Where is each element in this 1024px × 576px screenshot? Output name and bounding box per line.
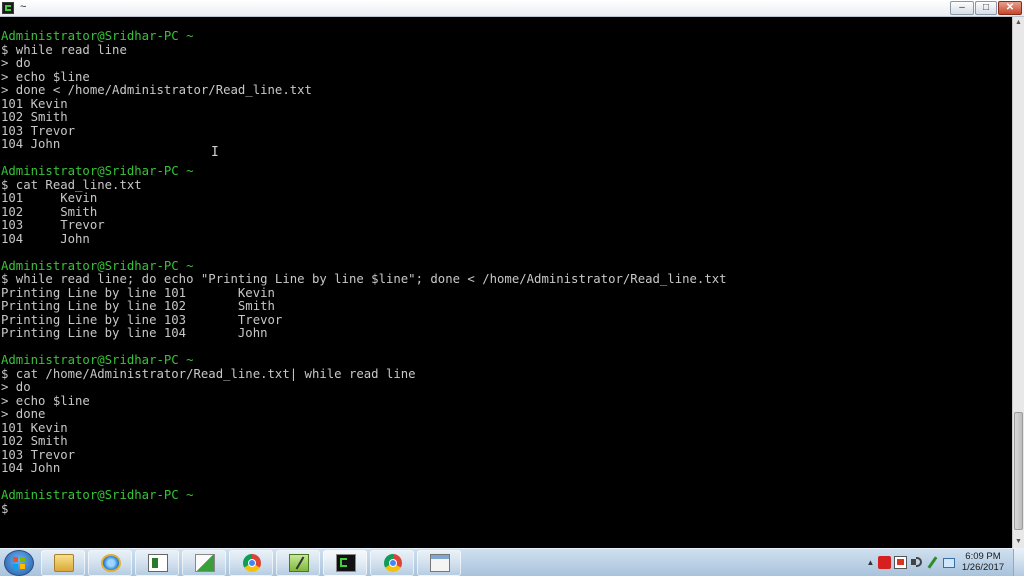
speaker-icon[interactable] (910, 556, 923, 569)
taskbar-calculator[interactable] (135, 550, 179, 576)
terminal-command-line: $ cat /home/Administrator/Read_line.txt|… (1, 366, 416, 381)
terminal-output: Administrator@Sridhar-PC ~ $ while read l… (1, 29, 727, 516)
terminal-output-line: 102 Smith (1, 204, 98, 219)
terminal-command-line: > done < /home/Administrator/Read_line.t… (1, 83, 312, 97)
maximize-button[interactable]: □ (975, 1, 997, 15)
calculator-icon (148, 554, 168, 572)
terminal-output-line: Printing Line by line 103 Trevor (1, 312, 283, 327)
pen-icon[interactable] (926, 556, 939, 569)
terminal-command-line: > do (1, 56, 31, 70)
terminal-output-line: Printing Line by line 101 Kevin (1, 285, 275, 300)
taskbar-notepad-plus[interactable] (276, 550, 320, 576)
terminal-output-line: 103 Trevor (1, 123, 76, 138)
terminal-prompt-line: Administrator@Sridhar-PC ~ (1, 488, 194, 502)
vertical-scrollbar[interactable]: ▲ ▼ (1012, 17, 1024, 548)
terminal-output-line: 104 John (1, 231, 90, 246)
terminal-prompt-line: Administrator@Sridhar-PC ~ (1, 164, 194, 178)
terminal-command-line: > done (1, 407, 46, 421)
terminal-output-line: 104 John (1, 137, 61, 151)
scroll-thumb[interactable] (1014, 412, 1023, 530)
terminal-output-line: 103 Trevor (1, 447, 76, 462)
terminal-command-line: $ while read line; do echo "Printing Lin… (1, 272, 727, 286)
ie-icon (101, 554, 121, 572)
show-hidden-icons-icon[interactable]: ▲ (864, 556, 877, 569)
taskbar: ▲ 6:09 PM 1/26/2017 (0, 548, 1024, 576)
show-desktop-button[interactable] (1013, 549, 1024, 576)
taskbar-window[interactable] (417, 550, 461, 576)
terminal-icon (336, 554, 356, 572)
taskbar-chrome[interactable] (229, 550, 273, 576)
terminal-prompt-line: Administrator@Sridhar-PC ~ (1, 29, 194, 43)
terminal-output-line: 101 Kevin (1, 191, 98, 205)
terminal-command-line: > do (1, 380, 31, 394)
close-button[interactable]: ✕ (998, 1, 1022, 15)
terminal-command-line: $ (1, 501, 9, 516)
clock-date: 1/26/2017 (961, 562, 1005, 573)
clock-time: 6:09 PM (965, 551, 1001, 562)
terminal-prompt-line: Administrator@Sridhar-PC ~ (1, 353, 194, 367)
windows-start-icon[interactable] (4, 550, 34, 576)
chrome-icon (384, 554, 402, 572)
terminal-area[interactable]: Administrator@Sridhar-PC ~ $ while read l… (0, 17, 1012, 548)
scroll-down-arrow-icon[interactable]: ▼ (1013, 536, 1024, 548)
chrome-icon (243, 554, 261, 572)
terminal-output-line: 104 John (1, 461, 61, 475)
terminal-command-line: $ while read line (1, 42, 127, 57)
window-title-bar[interactable]: ~ – □ ✕ (0, 0, 1024, 17)
share-icon (195, 554, 215, 572)
folder-icon (54, 554, 74, 572)
window-icon (430, 554, 450, 572)
taskbar-cygwin-terminal[interactable] (323, 550, 367, 576)
antivirus-icon[interactable] (878, 556, 891, 569)
terminal-output-line: Printing Line by line 104 John (1, 326, 268, 340)
window-title: ~ (20, 1, 27, 13)
terminal-output-line: 102 Smith (1, 110, 68, 124)
taskbar-file-explorer[interactable] (41, 550, 85, 576)
network-icon[interactable] (942, 556, 955, 569)
notepad-icon (289, 554, 309, 572)
minimize-button[interactable]: – (950, 1, 974, 15)
terminal-output-line: 101 Kevin (1, 420, 68, 435)
terminal-command-line: > echo $line (1, 393, 90, 408)
taskbar-clock[interactable]: 6:09 PM 1/26/2017 (955, 551, 1011, 573)
terminal-output-line: 101 Kevin (1, 96, 68, 111)
cygwin-terminal-icon[interactable] (2, 2, 14, 14)
terminal-command-line: $ cat Read_line.txt (1, 177, 142, 192)
taskbar-file-share[interactable] (182, 550, 226, 576)
terminal-output-line: Printing Line by line 102 Smith (1, 299, 275, 313)
terminal-prompt-line: Administrator@Sridhar-PC ~ (1, 258, 194, 273)
terminal-output-line: 103 Trevor (1, 218, 105, 232)
scroll-up-arrow-icon[interactable]: ▲ (1013, 17, 1024, 29)
taskbar-internet-explorer[interactable] (88, 550, 132, 576)
taskbar-chrome-2[interactable] (370, 550, 414, 576)
mouse-ibeam-cursor: I (211, 145, 219, 160)
system-tray: ▲ (864, 552, 964, 574)
terminal-command-line: > echo $line (1, 69, 90, 84)
terminal-output-line: 102 Smith (1, 434, 68, 448)
action-center-flag-icon[interactable] (894, 556, 907, 569)
